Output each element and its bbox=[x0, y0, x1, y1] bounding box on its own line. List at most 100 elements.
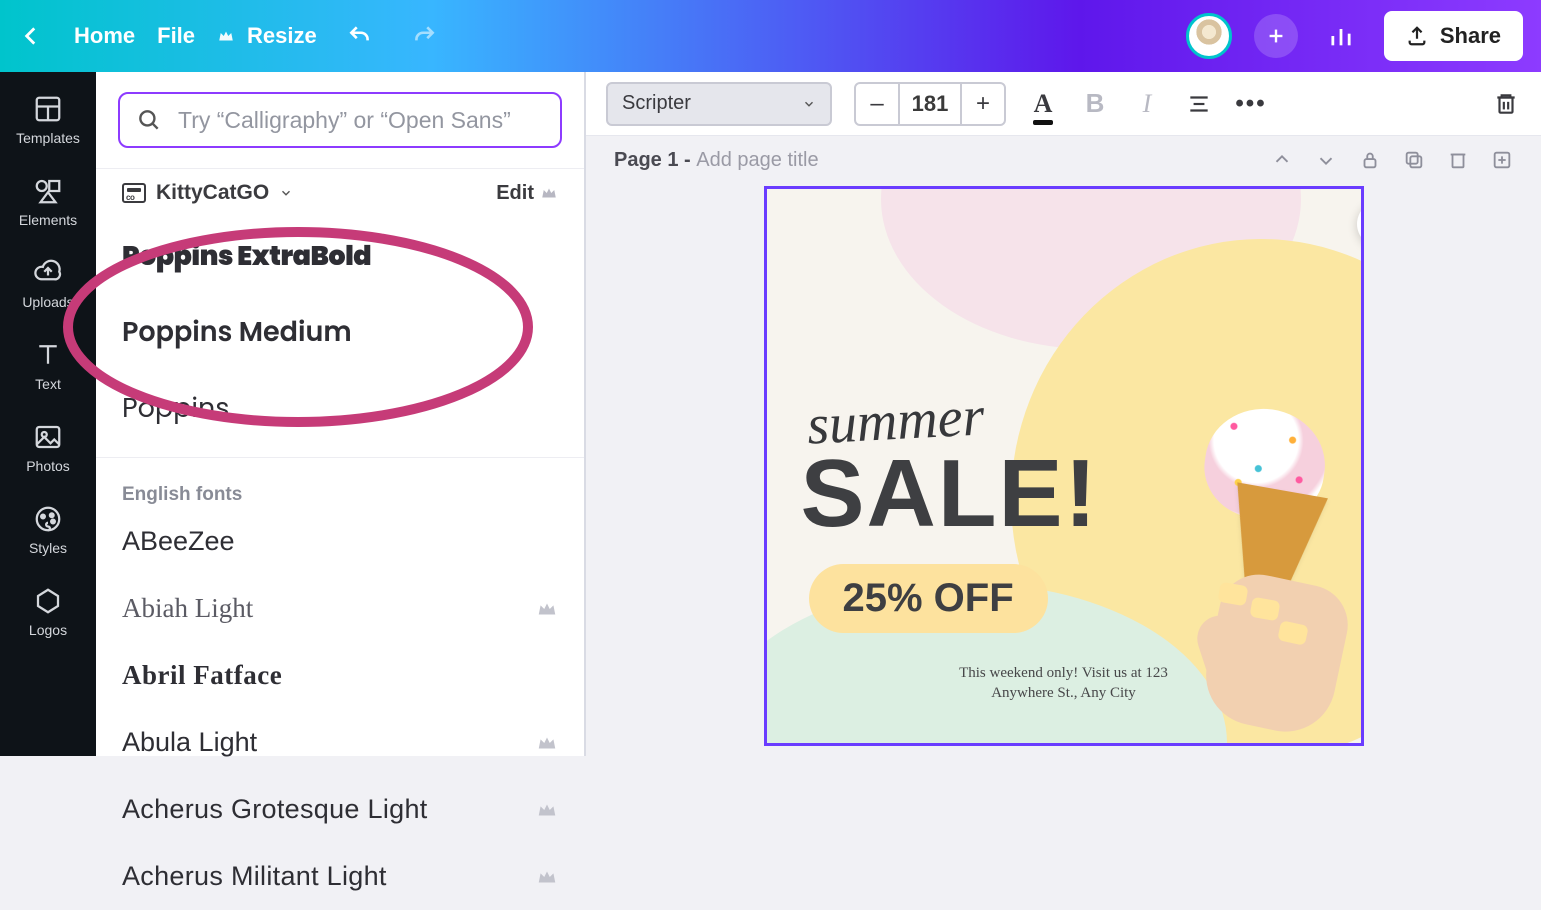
caption-line2: Anywhere St., Any City bbox=[991, 685, 1136, 701]
font-family-value: Scripter bbox=[622, 92, 691, 115]
crown-icon bbox=[540, 184, 558, 202]
italic-button[interactable]: I bbox=[1132, 89, 1162, 119]
font-size-value[interactable]: 181 bbox=[898, 84, 962, 124]
font-size-increase[interactable]: + bbox=[962, 90, 1004, 118]
font-label: ABeeZee bbox=[122, 526, 235, 557]
text-icon bbox=[33, 340, 63, 370]
rail-text[interactable]: Text bbox=[0, 328, 96, 404]
font-label: Abula Light bbox=[122, 727, 257, 758]
chevron-down-icon bbox=[279, 186, 293, 200]
more-button[interactable]: ••• bbox=[1236, 89, 1266, 119]
rail-templates[interactable]: Templates bbox=[0, 82, 96, 158]
font-section-label: English fonts bbox=[122, 468, 558, 508]
page-strip: Page 1 - Add page title bbox=[586, 136, 1541, 184]
font-label: Abril Fatface bbox=[122, 660, 282, 691]
font-option[interactable]: Abril Fatface bbox=[122, 642, 558, 709]
resize-label: Resize bbox=[247, 23, 317, 49]
font-label: Acherus Grotesque Light bbox=[122, 794, 428, 825]
font-size-decrease[interactable]: – bbox=[856, 90, 898, 118]
font-option[interactable]: Acherus Grotesque Light bbox=[122, 776, 558, 843]
lock-page-button[interactable] bbox=[1359, 149, 1381, 171]
top-bar: Home File Resize Share bbox=[0, 0, 1541, 72]
text-caption[interactable]: This weekend only! Visit us at 123 Anywh… bbox=[767, 663, 1361, 704]
font-label: Abiah Light bbox=[122, 593, 253, 624]
crown-icon bbox=[536, 866, 558, 888]
brand-kit-row: KittyCatGO Edit bbox=[96, 169, 584, 213]
brand-edit-link[interactable]: Edit bbox=[496, 182, 558, 205]
crown-icon bbox=[536, 598, 558, 620]
delete-button[interactable] bbox=[1491, 89, 1521, 119]
brand-font-list: Poppins ExtraBold Poppins Medium Poppins… bbox=[96, 213, 584, 910]
top-right-group: Share bbox=[1186, 11, 1523, 61]
delete-page-button[interactable] bbox=[1447, 149, 1469, 171]
page-tools bbox=[1271, 149, 1513, 171]
font-option[interactable]: Abiah Light bbox=[122, 575, 558, 642]
search-icon bbox=[136, 107, 162, 133]
trash-icon bbox=[1493, 91, 1519, 117]
share-button[interactable]: Share bbox=[1384, 11, 1523, 61]
canvas-area: Scripter – 181 + A B I ••• Page 1 - Add … bbox=[586, 72, 1541, 756]
font-option[interactable]: Acherus Militant Light bbox=[122, 843, 558, 910]
crown-icon bbox=[536, 732, 558, 754]
rail-uploads[interactable]: Uploads bbox=[0, 246, 96, 322]
rail-photos[interactable]: Photos bbox=[0, 410, 96, 486]
text-sale[interactable]: SALE! bbox=[801, 439, 1099, 549]
home-link[interactable]: Home bbox=[74, 23, 135, 49]
duplicate-page-button[interactable] bbox=[1403, 149, 1425, 171]
artboard[interactable]: summer SALE! 25% OFF This weekend only! … bbox=[764, 186, 1364, 746]
font-label: Poppins ExtraBold bbox=[122, 237, 371, 277]
search-wrap bbox=[96, 72, 584, 169]
crown-icon bbox=[217, 27, 235, 45]
font-option[interactable]: ABeeZee bbox=[122, 508, 558, 575]
share-label: Share bbox=[1440, 23, 1501, 49]
add-page-button[interactable] bbox=[1491, 149, 1513, 171]
text-property-bar: Scripter – 181 + A B I ••• bbox=[586, 72, 1541, 136]
rail-elements[interactable]: Elements bbox=[0, 164, 96, 240]
text-color-button[interactable]: A bbox=[1028, 89, 1058, 119]
home-label: Home bbox=[74, 23, 135, 49]
rail-styles[interactable]: Styles bbox=[0, 492, 96, 568]
more-icon: ••• bbox=[1235, 90, 1266, 118]
page-up-button[interactable] bbox=[1271, 149, 1293, 171]
workspace: Templates Elements Uploads Text Photos S… bbox=[0, 72, 1541, 756]
font-label: Poppins Medium bbox=[122, 313, 352, 353]
bold-button[interactable]: B bbox=[1080, 89, 1110, 119]
user-avatar[interactable] bbox=[1186, 13, 1232, 59]
page-down-button[interactable] bbox=[1315, 149, 1337, 171]
rail-logos[interactable]: Logos bbox=[0, 574, 96, 650]
font-label: Acherus Militant Light bbox=[122, 861, 387, 892]
add-collaborator-button[interactable] bbox=[1254, 14, 1298, 58]
font-search[interactable] bbox=[118, 92, 562, 148]
logos-icon bbox=[33, 586, 63, 616]
font-search-input[interactable] bbox=[176, 106, 544, 135]
regenerate-button[interactable] bbox=[1357, 201, 1364, 247]
font-option[interactable]: Poppins bbox=[122, 371, 558, 447]
templates-icon bbox=[33, 94, 63, 124]
brand-kit-icon bbox=[122, 183, 146, 203]
brand-kit-selector[interactable]: KittyCatGO bbox=[122, 181, 293, 205]
side-rail: Templates Elements Uploads Text Photos S… bbox=[0, 72, 96, 756]
font-option[interactable]: Poppins Medium bbox=[122, 295, 558, 371]
rail-styles-label: Styles bbox=[29, 540, 67, 556]
uploads-icon bbox=[33, 258, 63, 288]
font-option[interactable]: Poppins ExtraBold bbox=[122, 219, 558, 295]
font-option[interactable]: Abula Light bbox=[122, 709, 558, 776]
bold-icon: B bbox=[1086, 88, 1105, 119]
font-family-select[interactable]: Scripter bbox=[606, 82, 832, 126]
undo-button[interactable] bbox=[339, 15, 381, 57]
top-left-group: Home File Resize bbox=[10, 15, 445, 57]
brand-kit-name: KittyCatGO bbox=[156, 181, 269, 205]
insights-button[interactable] bbox=[1320, 15, 1362, 57]
redo-button[interactable] bbox=[403, 15, 445, 57]
page-label[interactable]: Page 1 - Add page title bbox=[614, 149, 819, 172]
text-discount[interactable]: 25% OFF bbox=[809, 564, 1048, 633]
elements-icon bbox=[33, 176, 63, 206]
align-button[interactable] bbox=[1184, 89, 1214, 119]
italic-icon: I bbox=[1143, 89, 1152, 119]
file-menu[interactable]: File bbox=[157, 23, 195, 49]
page-title-placeholder: Add page title bbox=[696, 149, 818, 171]
back-button[interactable] bbox=[10, 15, 52, 57]
text-color-icon: A bbox=[1034, 89, 1053, 119]
resize-menu[interactable]: Resize bbox=[217, 23, 317, 49]
canvas-stage[interactable]: summer SALE! 25% OFF This weekend only! … bbox=[586, 184, 1541, 756]
